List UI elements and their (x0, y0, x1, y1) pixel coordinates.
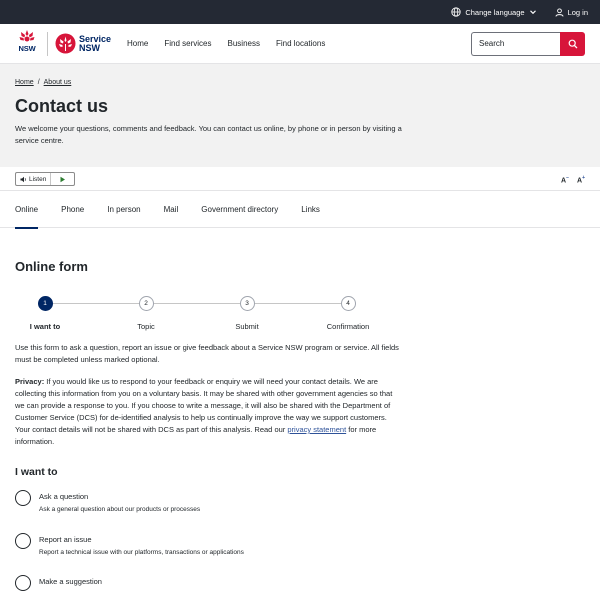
breadcrumb: Home / About us (15, 79, 585, 86)
search-button[interactable] (560, 31, 585, 56)
nav-link-business[interactable]: Business (228, 39, 260, 48)
page-title: Contact us (15, 96, 109, 116)
step-3-label: Submit (235, 322, 259, 331)
font-size-controls: A− A+ (561, 175, 585, 184)
i-want-to-heading: I want to (15, 466, 58, 478)
service-nsw-logo[interactable]: Service NSW (55, 33, 111, 54)
nsw-logo-text: NSW (18, 43, 36, 53)
step-4: 4 Confirmation (308, 296, 388, 331)
form-intro: Use this form to ask a question, report … (15, 343, 399, 364)
login-button[interactable]: Log in (555, 8, 588, 17)
online-form-title: Online form (15, 259, 88, 274)
privacy-notice: Privacy: If you would like us to respond… (15, 376, 400, 448)
nav-link-home[interactable]: Home (127, 39, 148, 48)
play-icon (60, 176, 66, 182)
chevron-down-icon (529, 10, 536, 15)
page-hero: Home / About us Contact us We welcome yo… (0, 64, 600, 167)
increase-font-sup: + (582, 175, 585, 181)
breadcrumb-separator: / (37, 79, 40, 86)
service-nsw-wordmark-line2: NSW (79, 42, 100, 53)
logo-group[interactable]: NSW Service NSW (15, 29, 111, 59)
step-4-label: Confirmation (326, 322, 370, 331)
step-2-label: Topic (137, 322, 155, 331)
decrease-font-sup: − (566, 175, 570, 181)
breadcrumb-home[interactable]: Home (15, 79, 34, 86)
radio-title: Make a suggestion (39, 577, 102, 586)
speaker-icon (20, 176, 26, 182)
page-description: We welcome your questions, comments and … (15, 124, 402, 145)
nsw-government-logo[interactable]: NSW (15, 29, 39, 59)
accessibility-bar: Listen A− A+ (0, 167, 600, 191)
step-4-number: 4 (340, 296, 356, 311)
service-nsw-emblem-icon (55, 33, 76, 54)
search-bar (471, 31, 585, 56)
search-input[interactable] (471, 31, 560, 56)
radio-title: Report an issue (39, 534, 92, 544)
step-2: 2 Topic (106, 296, 186, 331)
tab-phone[interactable]: Phone (61, 191, 84, 228)
logo-divider (47, 31, 48, 56)
radio-title: Ask a question (39, 492, 89, 501)
tab-online[interactable]: Online (15, 191, 39, 229)
change-language-label: Change language (465, 7, 525, 17)
step-1-label: I want to (29, 322, 61, 331)
increase-font-button[interactable]: A+ (577, 175, 585, 184)
globe-icon (451, 7, 461, 17)
privacy-statement-link[interactable]: privacy statement (287, 425, 346, 434)
radio-button[interactable] (15, 575, 31, 591)
login-label: Log in (567, 7, 588, 17)
listen-label: Listen (29, 175, 47, 183)
tab-links[interactable]: Links (301, 191, 320, 228)
listen-button[interactable]: Listen (15, 172, 75, 186)
step-3: 3 Submit (207, 296, 287, 331)
breadcrumb-about-us[interactable]: About us (44, 79, 72, 86)
nav-link-find-locations[interactable]: Find locations (276, 39, 325, 48)
play-button[interactable] (51, 176, 74, 183)
nav-link-find-services[interactable]: Find services (164, 39, 211, 48)
waratah-icon (19, 29, 35, 41)
listen-label-group: Listen (16, 173, 52, 185)
decrease-font-button[interactable]: A− (561, 175, 569, 184)
search-icon (568, 39, 577, 48)
tab-government-directory[interactable]: Government directory (201, 191, 278, 228)
step-1: 1 I want to (5, 296, 85, 331)
form-stepper: 1 I want to 2 Topic 3 Submit 4 Confirmat… (15, 296, 400, 336)
radio-make-a-suggestion[interactable]: Make a suggestion (15, 575, 400, 600)
main-nav: Home Find services Business Find locatio… (127, 39, 325, 48)
radio-description: Report a technical issue with our platfo… (39, 548, 244, 556)
user-icon (555, 7, 564, 17)
radio-text: Ask a question Ask a general question ab… (39, 490, 200, 513)
step-3-number: 3 (239, 296, 255, 311)
radio-report-an-issue[interactable]: Report an issue Report a technical issue… (15, 532, 400, 576)
radio-description: Ask a general question about our product… (39, 506, 201, 513)
change-language-button[interactable]: Change language (451, 7, 536, 17)
tab-in-person[interactable]: In person (107, 191, 140, 228)
main-content: Online form 1 I want to 2 Topic 3 Submit… (15, 228, 400, 600)
utility-bar: Change language Log in (0, 0, 600, 24)
contact-tabs: Online Phone In person Mail Government d… (0, 191, 600, 229)
purpose-radio-group: Ask a question Ask a general question ab… (15, 490, 400, 600)
step-1-number: 1 (37, 296, 53, 311)
tab-mail[interactable]: Mail (164, 191, 179, 228)
step-2-number: 2 (138, 296, 154, 311)
radio-text: Report an issue Report a technical issue… (39, 533, 244, 556)
service-nsw-wordmark: Service NSW (79, 34, 111, 53)
privacy-label: Privacy: (15, 377, 45, 386)
site-header: NSW Service NSW Home Find services Busin… (0, 24, 600, 64)
radio-button[interactable] (15, 490, 31, 506)
radio-ask-a-question[interactable]: Ask a question Ask a general question ab… (15, 490, 400, 533)
radio-text: Make a suggestion (39, 575, 102, 586)
radio-button[interactable] (15, 532, 31, 549)
